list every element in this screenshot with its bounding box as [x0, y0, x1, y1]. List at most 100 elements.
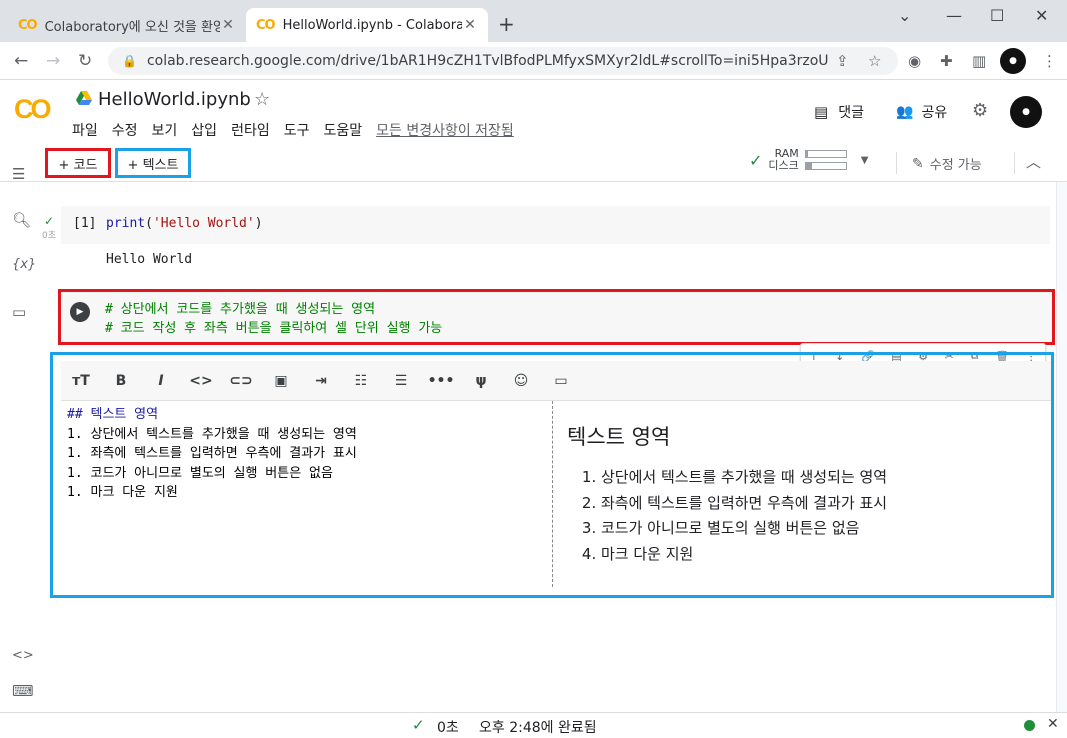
cell-run-success-icon: ✓ [44, 214, 55, 228]
comment-line-1: # 상단에서 코드를 추가했을 때 생성되는 영역 [105, 302, 376, 317]
search-icon[interactable]: 🔍︎ [12, 211, 31, 229]
md-source-line: ## 텍스트 영역 [67, 407, 159, 422]
settings-gear-icon[interactable]: ⚙ [972, 100, 988, 121]
notebook-scrollbar[interactable] [1056, 182, 1067, 712]
notebook-title[interactable]: HelloWorld.ipynb [98, 89, 251, 110]
variables-icon[interactable]: {x} [12, 257, 36, 272]
heading-icon[interactable]: тT [61, 373, 101, 389]
browser-tab-helloworld[interactable]: CO HelloWorld.ipynb - Colaboratory ✕ [246, 8, 488, 42]
code-fn-token: print [106, 216, 146, 231]
preview-list-item: 좌측에 텍스트를 입력하면 우측에 결과가 표시 [601, 491, 1049, 517]
code-cell[interactable]: [1] print('Hello World') [61, 206, 1050, 244]
camera-icon[interactable]: ◉ [908, 52, 921, 70]
latex-psi-icon[interactable]: ψ [461, 373, 501, 389]
collapse-header-icon[interactable]: ︿ [1026, 151, 1041, 172]
close-window-icon[interactable]: ✕ [1035, 6, 1048, 25]
forward-icon[interactable]: → [46, 51, 60, 71]
comment-icon: ▤ [814, 103, 829, 121]
ram-bar-fill [805, 151, 808, 157]
link-icon[interactable]: ⊂⊃ [221, 373, 261, 389]
files-folder-icon[interactable]: ▭ [12, 303, 26, 321]
new-tab-icon[interactable]: + [498, 12, 515, 36]
colab-header: CO HelloWorld.ipynb ☆ 파일 수정 보기 삽입 런타임 도구… [0, 80, 1067, 144]
menu-bar: 파일 수정 보기 삽입 런타임 도구 도움말 모든 변경사항이 저장됨 [72, 120, 528, 140]
code-cell-comments[interactable]: # 상단에서 코드를 추가했을 때 생성되는 영역 # 코드 작성 후 좌측 버… [105, 300, 442, 338]
italic-icon[interactable]: I [141, 373, 181, 389]
menu-edit[interactable]: 수정 [112, 120, 138, 140]
preview-list-item: 마크 다운 지원 [601, 542, 1049, 568]
emoji-icon[interactable]: ☺ [501, 373, 541, 389]
markdown-toolbar: тT B I <> ⊂⊃ ▣ ⇥ ☷ ☰ ••• ψ ☺ ▭ [61, 361, 1051, 401]
save-status[interactable]: 모든 변경사항이 저장됨 [376, 120, 514, 140]
disk-label: 디스크 [768, 159, 799, 172]
toolbar-divider [1014, 152, 1015, 174]
close-tab-icon[interactable]: ✕ [462, 17, 478, 33]
share-button[interactable]: 👥 공유 [896, 102, 947, 122]
status-completion: 오후 2:48에 완료됨 [479, 720, 597, 736]
table-of-contents-icon[interactable]: ☰ [12, 165, 25, 183]
status-close-icon[interactable]: ✕ [1047, 716, 1059, 732]
share-page-icon[interactable]: ⇪ [836, 52, 849, 70]
preview-layout-icon[interactable]: ▭ [541, 373, 581, 389]
text-cell[interactable]: тT B I <> ⊂⊃ ▣ ⇥ ☷ ☰ ••• ψ ☺ ▭ ## 텍스트 영역… [50, 352, 1054, 598]
exec-count: [1] [73, 216, 97, 231]
bulleted-list-icon[interactable]: ☰ [381, 373, 421, 389]
comment-label: 댓글 [838, 105, 864, 121]
md-source-line: 1. 마크 다운 지원 [67, 485, 178, 500]
code-string-token: 'Hello World' [152, 216, 255, 231]
bookmark-star-icon[interactable]: ☆ [868, 52, 881, 70]
tab-search-icon[interactable]: ⌄ [898, 6, 911, 25]
toolbar-divider [896, 152, 897, 174]
run-cell-icon[interactable]: ▶ [70, 302, 90, 322]
status-bar: ✓ 0초 오후 2:48에 완료됨 ✕ [0, 712, 1067, 738]
menu-file[interactable]: 파일 [72, 120, 98, 140]
extensions-icon[interactable]: ✚ [940, 52, 953, 70]
resource-indicator[interactable]: ✓ RAM 디스크 ▼ [749, 148, 868, 172]
add-text-cell-button[interactable]: + 텍스트 [115, 148, 191, 178]
browser-menu-icon[interactable]: ⋮ [1042, 52, 1057, 70]
disk-bar [804, 162, 847, 170]
comment-button[interactable]: ▤ 댓글 [814, 102, 864, 122]
preview-list-item: 상단에서 텍스트를 추가했을 때 생성되는 영역 [601, 465, 1049, 491]
image-icon[interactable]: ▣ [261, 373, 301, 389]
minimize-icon[interactable]: — [946, 6, 962, 25]
code-cell-source[interactable]: print('Hello World') [106, 216, 263, 231]
numbered-list-icon[interactable]: ☷ [341, 373, 381, 389]
command-palette-icon[interactable]: ⌨ [12, 682, 34, 700]
people-icon: 👥 [896, 104, 914, 120]
google-drive-icon [76, 91, 92, 105]
horizontal-rule-icon[interactable]: ••• [421, 373, 461, 389]
menu-insert[interactable]: 삽입 [191, 120, 217, 140]
menu-tools[interactable]: 도구 [284, 120, 310, 140]
code-icon[interactable]: <> [181, 373, 221, 389]
maximize-icon[interactable]: ☐ [990, 6, 1004, 25]
bold-icon[interactable]: B [101, 373, 141, 389]
new-code-cell[interactable]: ▶ # 상단에서 코드를 추가했을 때 생성되는 영역 # 코드 작성 후 좌측… [58, 289, 1055, 345]
side-panel-icon[interactable]: ▥ [972, 52, 986, 70]
ram-bar [804, 150, 847, 158]
markdown-source-editor[interactable]: ## 텍스트 영역 1. 상단에서 텍스트를 추가했을 때 생성되는 영역 1.… [61, 401, 553, 587]
star-icon[interactable]: ☆ [254, 89, 270, 110]
reload-icon[interactable]: ↻ [78, 51, 92, 71]
menu-runtime[interactable]: 런타임 [231, 120, 270, 140]
close-tab-icon[interactable]: ✕ [220, 17, 236, 33]
disk-bar-fill [805, 163, 812, 169]
add-code-cell-button[interactable]: + 코드 [45, 148, 111, 178]
back-icon[interactable]: ← [14, 51, 28, 71]
tab-title: HelloWorld.ipynb - Colaboratory [282, 17, 462, 33]
browser-tab-welcome[interactable]: CO Colaboratory에 오신 것을 환영합니다 ✕ [8, 8, 246, 42]
address-bar[interactable]: 🔒 colab.research.google.com/drive/1bAR1H… [108, 47, 898, 75]
code-snippets-icon[interactable]: <> [12, 648, 34, 663]
resource-dropdown-icon[interactable]: ▼ [861, 155, 869, 166]
menu-help[interactable]: 도움말 [323, 120, 362, 140]
indent-icon[interactable]: ⇥ [301, 373, 341, 389]
md-source-line: 1. 상단에서 텍스트를 추가했을 때 생성되는 영역 [67, 426, 357, 442]
colab-account-avatar[interactable]: ● [1010, 96, 1042, 128]
md-source-line: 1. 코드가 아니므로 별도의 실행 버튼은 없음 [67, 465, 333, 481]
url-text: colab.research.google.com/drive/1bAR1H9c… [146, 53, 829, 69]
cell-output: Hello World [106, 252, 193, 267]
colab-logo[interactable]: CO [14, 94, 51, 125]
menu-view[interactable]: 보기 [152, 120, 178, 140]
edit-mode-button[interactable]: ✎ 수정 가능 [912, 154, 982, 174]
browser-profile-avatar[interactable]: ● [1000, 48, 1026, 74]
